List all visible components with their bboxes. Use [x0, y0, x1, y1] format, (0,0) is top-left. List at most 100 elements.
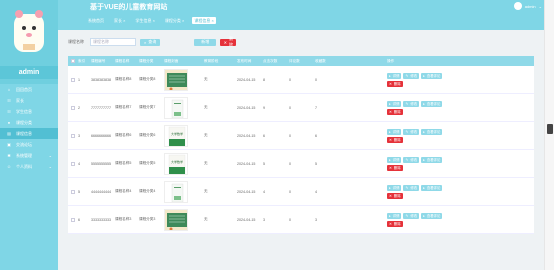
cell-time: 2024-04-15 — [237, 189, 256, 194]
checkbox[interactable] — [71, 59, 75, 63]
sidebar-item-parent[interactable]: ☷ 家长 — [0, 95, 58, 106]
scrollbar-thumb[interactable] — [547, 124, 553, 134]
review-button[interactable]: ▸ 查看评论 — [421, 212, 443, 219]
view-button[interactable]: ▸ 详情 — [387, 212, 402, 219]
checkbox[interactable] — [71, 189, 75, 194]
add-button-label: 新增 — [201, 39, 210, 44]
edit-button[interactable]: ✎ 修改 — [403, 72, 420, 79]
course-cover-image — [164, 180, 188, 203]
row-delete-button[interactable]: ✕ 删除 — [387, 192, 403, 199]
row-actions: ▸ 详情 ✎ 修改 ▸ 查看评论 ✕ 删除 — [387, 212, 443, 227]
cell-fav: 3 — [315, 217, 317, 222]
row-select[interactable] — [68, 189, 78, 194]
sidebar-item-home[interactable]: ⌂ 回回首页 — [0, 84, 58, 95]
sidebar-item-category[interactable]: ● 课程分类 — [0, 117, 58, 128]
row-select[interactable] — [68, 217, 78, 222]
edit-button[interactable]: ✎ 修改 — [403, 212, 420, 219]
page-scrollbar[interactable] — [544, 0, 554, 270]
sidebar-profile: admin — [0, 0, 58, 84]
row-select[interactable] — [68, 77, 78, 82]
course-cover-image: 大学数学 — [164, 152, 188, 175]
view-button[interactable]: ▸ 详情 — [387, 184, 402, 191]
cell-fav: 4 — [315, 189, 317, 194]
view-icon: ▸ — [389, 129, 391, 134]
cell-index: 3 — [78, 133, 80, 138]
header-select-all[interactable] — [68, 59, 78, 63]
row-delete-button[interactable]: ✕ 删除 — [387, 108, 403, 115]
edit-button[interactable]: ✎ 修改 — [403, 100, 420, 107]
tab-category[interactable]: 课程分类 × — [163, 17, 186, 24]
header-ops: 操作 — [387, 58, 395, 63]
edit-button[interactable]: ✎ 修改 — [403, 156, 420, 163]
sidebar-item-system[interactable]: ✱ 系统管理 ⌄ — [0, 150, 58, 161]
checkbox[interactable] — [71, 133, 75, 138]
header-cover: 课程封面 — [164, 58, 179, 63]
view-button-label: 详情 — [392, 214, 400, 218]
comment-icon: ▸ — [423, 185, 425, 190]
edit-button[interactable]: ✎ 修改 — [403, 128, 420, 135]
review-button-label: 查看评论 — [426, 74, 441, 78]
sidebar-item-course[interactable]: ▤ 课程信息 — [0, 128, 58, 139]
row-delete-button-label: 删除 — [393, 138, 401, 142]
row-delete-button[interactable]: ✕ 删除 — [387, 220, 403, 227]
header-fav: 收藏数 — [315, 58, 326, 63]
delete-selected-button[interactable]: ✕ 删除 — [220, 36, 237, 47]
cell-fav: 7 — [315, 105, 317, 110]
sidebar-item-forum[interactable]: ▣ 交流论坛 — [0, 139, 58, 150]
home-icon: ⌂ — [7, 87, 11, 92]
cell-time: 2024-04-15 — [237, 77, 256, 82]
review-button[interactable]: ▸ 查看评论 — [421, 100, 443, 107]
edit-button-label: 修改 — [410, 130, 418, 134]
search-button[interactable]: ⌕ 查询 — [140, 38, 161, 46]
add-button[interactable]: 新增 — [194, 38, 217, 46]
edit-button-label: 修改 — [410, 186, 418, 190]
tab-course[interactable]: 课程信息 × — [192, 17, 216, 24]
nav-tabs: 系统首页 家长 × 学生信息 × 课程分类 × 课程信息 × — [86, 17, 216, 24]
cell-name: 课程名称8 — [115, 77, 132, 81]
view-button[interactable]: ▸ 详情 — [387, 72, 402, 79]
comment-icon: ▸ — [423, 101, 425, 106]
user-menu[interactable]: admin ⌄ — [513, 2, 542, 10]
sidebar-item-label: 个人资料 — [16, 163, 32, 169]
row-select[interactable] — [68, 161, 78, 166]
cell-stage: 无 — [204, 161, 208, 165]
cell-comments: 0 — [289, 217, 291, 222]
sidebar-item-label: 交流论坛 — [16, 141, 32, 147]
review-button[interactable]: ▸ 查看评论 — [421, 128, 443, 135]
search-input[interactable]: 课程名称 — [90, 38, 136, 46]
cell-name: 课程名称3 — [115, 217, 132, 221]
table-row: 2 7777777777 课程名称7 课程分类7 无 2024-04-15 9 0 7 ▸ 详情 ✎ 修… — [68, 94, 534, 122]
cell-time: 2024-04-15 — [237, 217, 256, 222]
row-delete-button[interactable]: ✕ 删除 — [387, 80, 403, 87]
header-name: 课程名称 — [115, 58, 130, 63]
view-button[interactable]: ▸ 详情 — [387, 156, 402, 163]
delete-icon: ✕ — [389, 165, 392, 170]
table-row: 5 4444444444 课程名称4 课程分类4 无 2024-04-15 4 0 4 ▸ 详情 ✎ 修… — [68, 178, 534, 206]
view-button[interactable]: ▸ 详情 — [387, 128, 402, 135]
course-cover-image — [164, 208, 188, 231]
row-delete-button[interactable]: ✕ 删除 — [387, 164, 403, 171]
delete-icon: ✕ — [389, 137, 392, 142]
row-select[interactable] — [68, 133, 78, 138]
checkbox[interactable] — [71, 77, 75, 82]
checkbox[interactable] — [71, 217, 75, 222]
row-delete-button[interactable]: ✕ 删除 — [387, 136, 403, 143]
tab-home[interactable]: 系统首页 — [86, 17, 106, 24]
sidebar-item-label: 家长 — [16, 97, 24, 103]
edit-button[interactable]: ✎ 修改 — [403, 184, 420, 191]
top-bar: 基于VUE的儿童教育网站 系统首页 家长 × 学生信息 × 课程分类 × 课程信… — [58, 0, 544, 30]
checkbox[interactable] — [71, 161, 75, 166]
view-button[interactable]: ▸ 详情 — [387, 100, 402, 107]
tab-student[interactable]: 学生信息 × — [133, 17, 156, 24]
review-button[interactable]: ▸ 查看评论 — [421, 184, 443, 191]
cell-category: 课程分类5 — [139, 161, 156, 165]
sidebar-item-profile[interactable]: ☺ 个人资料 ⌄ — [0, 161, 58, 172]
tab-parent[interactable]: 家长 × — [112, 17, 127, 24]
cell-ops: ▸ 详情 ✎ 修改 ▸ 查看评论 ✕ 删除 — [387, 100, 444, 115]
sidebar-item-student[interactable]: ☷ 学生信息 — [0, 106, 58, 117]
row-select[interactable] — [68, 105, 78, 110]
cell-category: 课程分类3 — [139, 217, 156, 221]
checkbox[interactable] — [71, 105, 75, 110]
review-button[interactable]: ▸ 查看评论 — [421, 72, 443, 79]
review-button[interactable]: ▸ 查看评论 — [421, 156, 443, 163]
